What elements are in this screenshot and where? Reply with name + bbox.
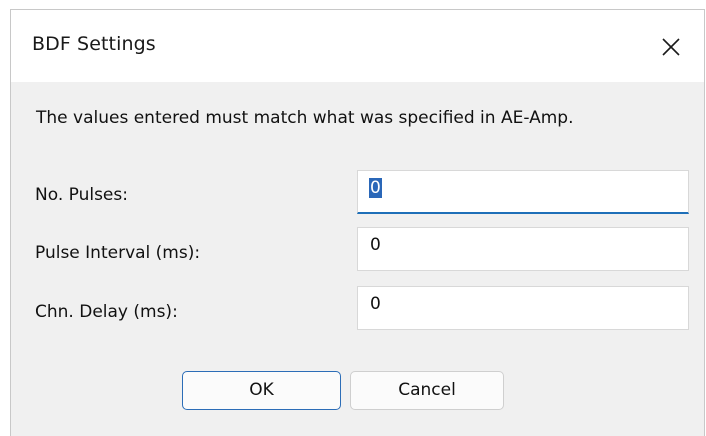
close-icon xyxy=(662,38,680,56)
dialog-title: BDF Settings xyxy=(32,33,156,55)
chn-delay-input[interactable]: 0 xyxy=(357,286,689,330)
pulse-interval-label: Pulse Interval (ms): xyxy=(35,243,201,263)
pulse-interval-value: 0 xyxy=(370,235,381,255)
chn-delay-label: Chn. Delay (ms): xyxy=(35,302,178,322)
chn-delay-value: 0 xyxy=(370,294,381,314)
title-bar: BDF Settings xyxy=(11,10,704,82)
pulses-label: No. Pulses: xyxy=(35,185,128,205)
pulse-interval-input[interactable]: 0 xyxy=(357,227,689,271)
cancel-button[interactable]: Cancel xyxy=(350,371,504,410)
bdf-settings-dialog: BDF Settings The values entered must mat… xyxy=(10,9,705,436)
pulses-value: 0 xyxy=(369,178,382,198)
ok-button[interactable]: OK xyxy=(182,371,341,410)
close-button[interactable] xyxy=(652,10,704,82)
pulses-input[interactable]: 0 xyxy=(357,170,689,214)
instruction-text: The values entered must match what was s… xyxy=(36,108,574,128)
